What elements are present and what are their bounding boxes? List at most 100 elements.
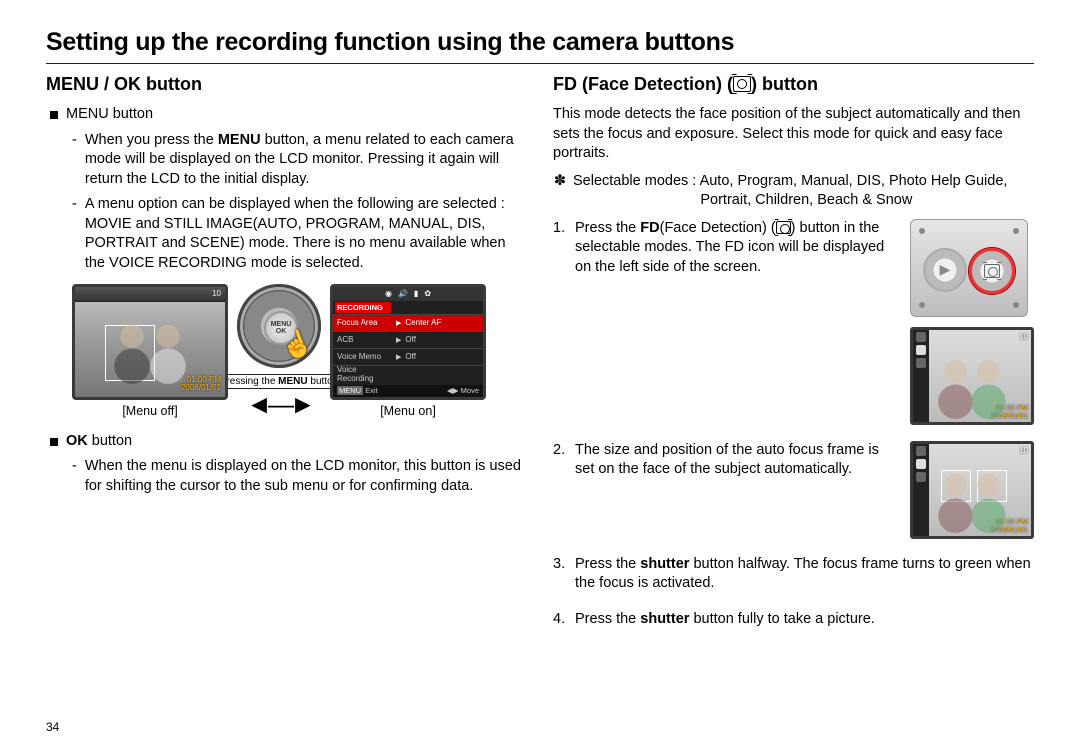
text-fragment: ) button (751, 74, 818, 94)
face-box (941, 470, 971, 502)
text-bold: FD (640, 220, 659, 236)
step-1-text: Press the FD(Face Detection) () button i… (575, 219, 900, 278)
tab-icon: 🔊 (398, 289, 408, 298)
status-icon (916, 332, 926, 342)
step-3: Press the shutter button halfway. The fo… (553, 555, 1034, 594)
step-2-text: The size and position of the auto focus … (575, 441, 900, 480)
camera-buttons-graphic: ▶ (910, 219, 1028, 317)
menu-row-value: Center AF (405, 318, 479, 327)
menu-row: ACB ▶ Off (333, 331, 483, 348)
menu-on-group: ◉ 🔊 ▮ ✿ RECORDING Focus Area ▶ Center AF (330, 284, 486, 418)
left-heading: MENU / OK button (46, 74, 527, 95)
lcd-timestamp: 01:00 PM 2008/01/01 (181, 376, 221, 393)
text-fragment: Selectable modes : (573, 173, 700, 189)
footer-text: Move (461, 386, 479, 395)
tab-icon: ✿ (424, 289, 431, 298)
text-bold: MENU (278, 376, 307, 387)
lcd-menu-off: 10 01:00 PM 2008/01/01 (72, 284, 228, 400)
modes-text: Selectable modes : Auto, Program, Manual… (573, 172, 1007, 211)
step-1: Press the FD(Face Detection) () button i… (553, 219, 1034, 425)
menu-footer: MENUExit ◀▶ Move (333, 385, 483, 397)
step-2: The size and position of the auto focus … (553, 441, 1034, 539)
step-4: Press the shutter button fully to take a… (553, 610, 1034, 630)
face-detection-icon (776, 221, 791, 234)
face-detection-icon (984, 264, 1000, 278)
menu-button-desc-2: - A menu option can be displayed when th… (72, 195, 527, 273)
face-box (977, 470, 1007, 502)
lcd-timestamp: 01:00 PM 2008/01/01 (990, 404, 1028, 420)
double-arrow-icon: ◄—► (246, 391, 311, 417)
text-fragment: Press the (575, 611, 640, 627)
menu-off-caption: [Menu off] (72, 404, 228, 418)
lcd-date: 2008/01/01 (990, 525, 1028, 534)
center-top-text: MENU (271, 321, 292, 328)
dash-icon: - (72, 131, 77, 190)
text-fragment: When you press the (85, 132, 218, 148)
menu-row-label: ACB (337, 335, 392, 344)
ok-button-desc-text: When the menu is displayed on the LCD mo… (85, 457, 527, 496)
chevron-right-icon: ▶ (396, 353, 401, 361)
menu-button-graphic: MENU OK ☝ [Pressing the MENU button] ◄—► (232, 284, 326, 417)
menu-row: Voice Memo ▶ Off (333, 348, 483, 365)
playback-button-icon: ▶ (923, 248, 967, 292)
text-bold: OK (66, 433, 88, 449)
text-fragment: Press the (575, 220, 640, 236)
title-divider (46, 63, 1034, 64)
footer-text: Exit (365, 386, 378, 395)
menu-row-value: Off (405, 352, 479, 361)
text-bold: MENU (218, 132, 261, 148)
menu-off-group: 10 01:00 PM 2008/01/01 [Menu off] (72, 284, 228, 418)
screw-icon (1013, 228, 1019, 234)
text-bold: shutter (640, 611, 689, 627)
menu-button-desc-1-text: When you press the MENU button, a menu r… (85, 131, 527, 190)
chevron-right-icon: ▶ (396, 319, 401, 327)
menu-row-label: Focus Area (337, 318, 392, 327)
menu-row: Focus Area ▶ Center AF (333, 314, 483, 331)
text-fragment: (Face Detection) ( (660, 220, 776, 236)
manual-page: Setting up the recording function using … (0, 0, 1080, 746)
lcd-fd-focus: 10 01:00 PM 2008/01/01 (910, 441, 1034, 539)
lcd-fd-enabled: 10 01:00 PM 2008/01/01 (910, 327, 1034, 425)
lcd-topright: 10 (1019, 446, 1028, 457)
tab-icon: ◉ (385, 289, 392, 298)
status-icon (916, 446, 926, 456)
text-fragment: button fully to take a picture. (689, 611, 874, 627)
page-number: 34 (46, 720, 59, 734)
lcd-topbar: 10 (75, 287, 225, 302)
lcd-date: 2008/01/01 (990, 411, 1028, 420)
fd-status-icon (916, 345, 926, 355)
menu-tab-bar: ◉ 🔊 ▮ ✿ (333, 287, 483, 301)
menu-button-label: MENU button (66, 105, 153, 125)
footer-left: MENUExit (337, 386, 378, 395)
square-bullet-icon (50, 438, 58, 446)
menu-on-caption: [Menu on] (330, 404, 486, 418)
fd-steps: Press the FD(Face Detection) () button i… (553, 219, 1034, 630)
fd-intro: This mode detects the face position of t… (553, 105, 1034, 164)
fd-button-icon (969, 248, 1015, 294)
right-heading: FD (Face Detection) () button (553, 74, 1034, 95)
menu-illustration: 10 01:00 PM 2008/01/01 [Menu off] (72, 284, 527, 418)
lcd-menu-on: ◉ 🔊 ▮ ✿ RECORDING Focus Area ▶ Center AF (330, 284, 486, 400)
face-detection-icon (733, 76, 751, 92)
content-columns: MENU / OK button MENU button - When you … (46, 74, 1034, 646)
lcd-left-icons (913, 330, 929, 422)
dash-icon: - (72, 195, 77, 273)
menu-row-label: Voice Memo (337, 352, 392, 361)
ok-button-label: OK button (66, 432, 132, 452)
chevron-right-icon: ▶ (396, 336, 401, 344)
text-fragment: Press the (575, 556, 640, 572)
text-bold: shutter (640, 556, 689, 572)
status-icon (916, 472, 926, 482)
pressing-caption: [Pressing the MENU button] (212, 374, 346, 389)
right-column: FD (Face Detection) () button This mode … (553, 74, 1034, 646)
ok-button-desc: - When the menu is displayed on the LCD … (72, 457, 527, 496)
footer-tag: MENU (337, 386, 363, 395)
lcd-topbar-text: 10 (212, 289, 221, 298)
lcd-date: 2008/01/01 (181, 383, 221, 392)
fd-status-icon (916, 459, 926, 469)
left-column: MENU / OK button MENU button - When you … (46, 74, 527, 646)
tab-icon: ▮ (414, 289, 418, 298)
text-fragment: button (88, 433, 132, 449)
menu-button-desc-2-text: A menu option can be displayed when the … (85, 195, 527, 273)
lcd-topright: 10 (1019, 332, 1028, 343)
